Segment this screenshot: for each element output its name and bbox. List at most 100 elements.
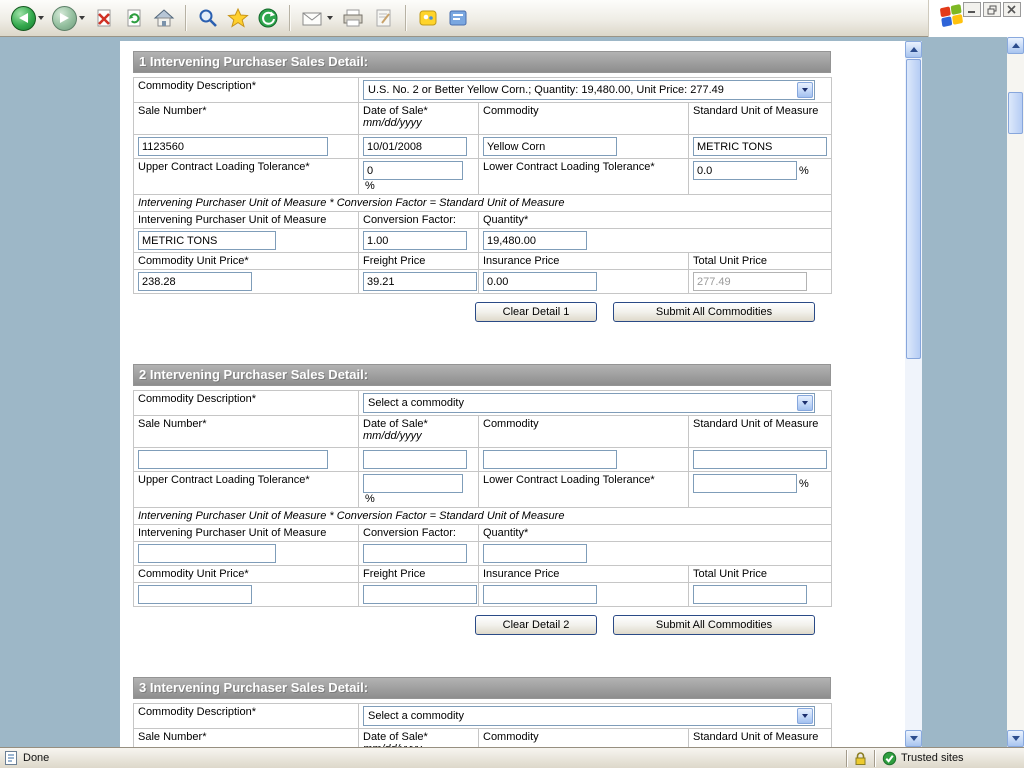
commodity-unit-price-input[interactable] [138,272,252,291]
insurance-price-input[interactable] [483,585,597,604]
toolbar-separator [185,5,187,31]
history-icon [257,7,279,29]
close-icon [1007,5,1017,14]
section-header: 1 Intervening Purchaser Sales Detail: [133,51,831,73]
sale-number-label: Sale Number* [134,729,359,748]
back-dropdown-icon[interactable] [38,16,44,20]
scrollbar-up-button[interactable] [1007,37,1024,54]
edit-button[interactable] [370,3,398,34]
toolbar-separator [405,5,407,31]
discuss-button[interactable] [444,3,472,34]
insurance-price-input[interactable] [483,272,597,291]
mail-button[interactable] [298,3,336,34]
search-icon [197,7,219,29]
minimize-button[interactable] [963,2,981,17]
total-unit-price-label: Total Unit Price [689,253,832,270]
date-of-sale-label: Date of Sale*mm/dd/yyyy [359,416,479,448]
scrollbar-down-button[interactable] [905,730,922,747]
scrollbar-thumb[interactable] [1008,92,1023,134]
windows-logo-icon [940,4,964,28]
back-icon [11,6,36,31]
freight-price-input[interactable] [363,272,477,291]
browser-toolbar [0,0,928,37]
home-icon [153,7,175,29]
arrow-down-icon [1012,736,1020,741]
scrollbar-up-button[interactable] [905,41,922,58]
upper-tolerance-input[interactable] [363,161,463,180]
date-of-sale-label: Date of Sale*mm/dd/yyyy [359,103,479,135]
total-unit-price-input [693,272,807,291]
forward-dropdown-icon[interactable] [79,16,85,20]
date-of-sale-input[interactable] [363,137,467,156]
refresh-button[interactable] [120,3,148,34]
total-unit-price-input [693,585,807,604]
commodity-unit-price-input[interactable] [138,585,252,604]
print-button[interactable] [338,3,368,34]
window-scrollbar[interactable] [1007,37,1024,747]
sale-number-input[interactable] [138,450,328,469]
ip-unit-input[interactable] [138,231,276,250]
commodity-description-select[interactable]: Select a commodity [363,393,815,413]
history-button[interactable] [254,3,282,34]
commodity-unit-price-label: Commodity Unit Price* [134,566,359,583]
conversion-factor-input[interactable] [363,231,467,250]
favorites-button[interactable] [224,3,252,34]
refresh-icon [123,7,145,29]
date-of-sale-label: Date of Sale*mm/dd/yyyy [359,729,479,748]
standard-unit-input[interactable] [693,137,827,156]
home-button[interactable] [150,3,178,34]
search-button[interactable] [194,3,222,34]
sale-number-label: Sale Number* [134,416,359,448]
section-header: 2 Intervening Purchaser Sales Detail: [133,364,831,386]
edit-icon [373,7,395,29]
sales-detail-section-1: 1 Intervening Purchaser Sales Detail: Co… [133,51,831,322]
chevron-down-icon[interactable] [797,395,813,411]
quantity-input[interactable] [483,231,587,250]
conversion-factor-label: Conversion Factor: [359,212,479,229]
trusted-check-icon [882,751,897,766]
standard-unit-label: Standard Unit of Measure [689,416,832,448]
scrollbar-thumb[interactable] [906,59,921,359]
conversion-factor-input[interactable] [363,544,467,563]
commodity-label: Commodity [479,729,689,748]
scrollbar-down-button[interactable] [1007,730,1024,747]
standard-unit-input[interactable] [693,450,827,469]
clear-detail-button[interactable]: Clear Detail 1 [475,302,597,322]
security-pane [846,750,874,767]
commodity-input[interactable] [483,137,617,156]
restore-icon [987,5,998,15]
sale-number-input[interactable] [138,137,328,156]
commodity-input[interactable] [483,450,617,469]
lower-tolerance-input[interactable] [693,161,797,180]
stop-button[interactable] [90,3,118,34]
commodity-description-select[interactable]: U.S. No. 2 or Better Yellow Corn.; Quant… [363,80,815,100]
back-button[interactable] [8,3,47,34]
ip-unit-input[interactable] [138,544,276,563]
mail-dropdown-icon[interactable] [327,16,333,20]
document-done-icon [4,750,18,766]
messenger-button[interactable] [414,3,442,34]
brand-area [928,0,1024,37]
submit-all-commodities-button[interactable]: Submit All Commodities [613,302,815,322]
commodity-description-label: Commodity Description* [134,78,359,103]
frame-scrollbar[interactable] [905,41,922,747]
submit-all-commodities-button[interactable]: Submit All Commodities [613,615,815,635]
forward-button[interactable] [49,3,88,34]
standard-unit-label: Standard Unit of Measure [689,729,832,748]
lower-tolerance-input[interactable] [693,474,797,493]
date-of-sale-input[interactable] [363,450,467,469]
commodity-description-select[interactable]: Select a commodity [363,706,815,726]
quantity-input[interactable] [483,544,587,563]
restore-button[interactable] [983,2,1001,17]
security-zone-label: Trusted sites [901,752,964,764]
upper-tolerance-input[interactable] [363,474,463,493]
chevron-down-icon[interactable] [797,82,813,98]
freight-price-label: Freight Price [359,566,479,583]
close-button[interactable] [1003,2,1021,17]
clear-detail-button[interactable]: Clear Detail 2 [475,615,597,635]
freight-price-input[interactable] [363,585,477,604]
stop-icon [93,7,115,29]
chevron-down-icon[interactable] [797,708,813,724]
commodity-label: Commodity [479,103,689,135]
lower-tolerance-label: Lower Contract Loading Tolerance* [479,159,689,195]
